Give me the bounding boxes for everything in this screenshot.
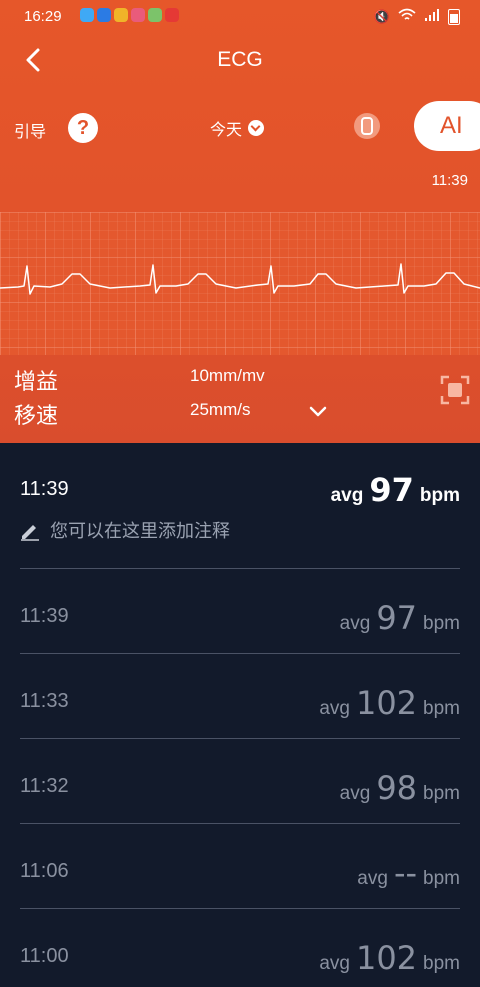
bpm-unit: bpm — [423, 698, 460, 719]
watch-icon — [354, 113, 380, 139]
record-bpm: avg 97 bpm — [340, 599, 460, 637]
status-bar: 16:29 🔇 — [0, 0, 480, 32]
chevron-down-icon — [248, 120, 265, 136]
top-app-bar: ECG — [0, 36, 480, 86]
control-row: 引导 ? 今天 AI — [0, 101, 480, 151]
note-placeholder: 您可以在这里添加注释 — [50, 521, 230, 542]
date-label: 今天 — [210, 120, 243, 139]
expand-button[interactable] — [304, 400, 332, 424]
bpm-value: 98 — [376, 769, 418, 807]
guide-label[interactable]: 引导 — [14, 118, 46, 142]
system-icons: 🔇 — [374, 8, 460, 26]
bpm-value: 102 — [355, 939, 418, 977]
ecg-waveform — [0, 212, 480, 355]
record-time: 11:39 — [20, 605, 69, 627]
app-icon — [131, 8, 145, 22]
ecg-timestamp: 11:39 — [431, 172, 468, 189]
record-time: 11:32 — [20, 775, 69, 797]
avg-label: avg — [339, 783, 371, 804]
gain-label: 增益 — [14, 370, 59, 395]
list-item[interactable]: 11:33 avg 102 bpm — [0, 654, 480, 738]
bpm-value: 102 — [355, 684, 418, 722]
bpm-unit: bpm — [423, 868, 460, 889]
list-item[interactable]: 11:39 avg 97 bpm — [0, 569, 480, 653]
notification-icons — [80, 8, 179, 22]
app-icon — [114, 8, 128, 22]
ecg-record-list: 11:39 avg 97 bpm 您可以在这里添加注释 11:39 avg 97 bpm… — [0, 443, 480, 987]
bpm-unit: bpm — [423, 613, 460, 634]
bpm-unit: bpm — [423, 953, 460, 974]
record-bpm: avg -- bpm — [357, 854, 460, 892]
wifi-icon — [398, 8, 416, 26]
status-time: 16:29 — [24, 8, 62, 25]
help-button[interactable]: ? — [68, 113, 98, 143]
record-time: 11:06 — [20, 860, 69, 882]
ecg-header: 16:29 🔇 ECG 引导 ? 今天 AI 11:39 增益 10mm/mv … — [0, 0, 480, 443]
record-time: 11:33 — [20, 690, 69, 712]
avg-label: avg — [339, 613, 371, 634]
record-bpm: avg 97 bpm — [331, 471, 460, 509]
ai-button[interactable]: AI — [414, 101, 480, 151]
gain-value: 10mm/mv — [190, 366, 265, 385]
speed-value: 25mm/s — [190, 400, 251, 419]
ecg-params: 增益 10mm/mv 移速 25mm/s — [0, 360, 480, 440]
mute-icon: 🔇 — [373, 9, 390, 25]
avg-label: avg — [319, 953, 350, 974]
list-item[interactable]: 11:32 avg 98 bpm — [0, 739, 480, 823]
list-item[interactable]: 11:39 avg 97 bpm 您可以在这里添加注释 — [0, 443, 480, 568]
record-bpm: avg 98 bpm — [340, 769, 460, 807]
bpm-value: -- — [393, 854, 418, 892]
list-item[interactable]: 11:06 avg -- bpm — [0, 824, 480, 908]
record-bpm: avg 102 bpm — [319, 684, 460, 722]
bpm-unit: bpm — [419, 485, 460, 506]
battery-icon — [448, 9, 460, 25]
pencil-icon — [21, 525, 39, 541]
add-note-field[interactable]: 您可以在这里添加注释 — [18, 517, 230, 543]
list-item[interactable]: 11:00 avg 102 bpm — [0, 909, 480, 987]
bpm-unit: bpm — [423, 783, 460, 804]
app-icon — [165, 8, 179, 22]
record-time: 11:39 — [20, 478, 69, 500]
ecg-chart — [0, 212, 480, 355]
page-title: ECG — [217, 48, 263, 71]
question-mark-icon: ? — [76, 117, 90, 139]
avg-label: avg — [357, 868, 388, 889]
date-selector[interactable]: 今天 — [210, 116, 265, 140]
chevron-down-icon — [309, 406, 327, 417]
bpm-value: 97 — [376, 599, 418, 637]
app-icon — [80, 8, 94, 22]
watch-button[interactable] — [352, 111, 382, 141]
fullscreen-button[interactable] — [439, 374, 471, 406]
fullscreen-icon — [440, 375, 470, 405]
avg-label: avg — [330, 485, 364, 506]
app-icon — [97, 8, 111, 22]
record-bpm: avg 102 bpm — [319, 939, 460, 977]
bpm-value: 97 — [369, 471, 414, 509]
app-icon — [148, 8, 162, 22]
record-time: 11:00 — [20, 945, 69, 967]
signal-icon — [424, 8, 440, 26]
avg-label: avg — [319, 698, 350, 719]
speed-label: 移速 — [14, 404, 59, 429]
ai-label: AI — [440, 112, 463, 139]
